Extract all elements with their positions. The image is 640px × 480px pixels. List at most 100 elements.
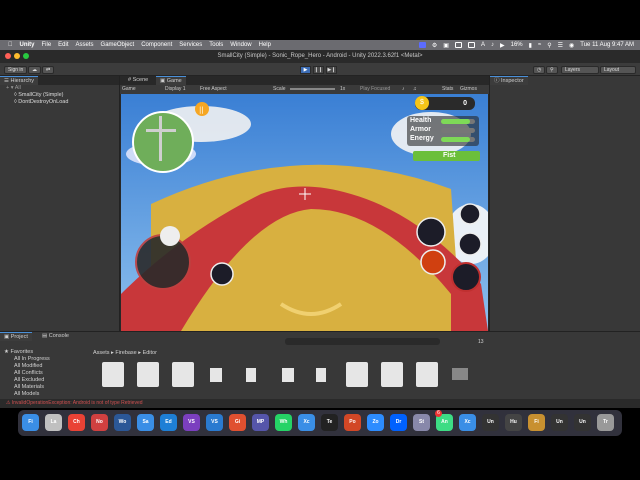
- dock-app-git[interactable]: Gi: [229, 414, 246, 431]
- dock-app-xcode2[interactable]: Xc: [459, 414, 476, 431]
- dock-app-chrome[interactable]: Ch: [68, 414, 85, 431]
- dock-app-zoom[interactable]: Zo: [367, 414, 384, 431]
- gear-icon[interactable]: ⚙: [432, 42, 437, 49]
- menu-edit[interactable]: Edit: [58, 42, 68, 48]
- search-icon[interactable]: ⚲: [547, 42, 551, 49]
- layers-dropdown[interactable]: Layers: [561, 66, 599, 74]
- hierarchy-search[interactable]: + ▾ All: [0, 85, 119, 92]
- file-icon[interactable]: [137, 362, 159, 387]
- dock-app-trash[interactable]: Tr: [597, 414, 614, 431]
- fav-item[interactable]: All Modified: [4, 363, 84, 370]
- dock-app-whatsapp[interactable]: Wh: [275, 414, 292, 431]
- tab-inspector[interactable]: ⓘ Inspector: [490, 76, 528, 85]
- play-icon[interactable]: ▶: [500, 42, 505, 49]
- screen-share-icon[interactable]: [418, 42, 426, 48]
- rope-button[interactable]: [458, 232, 482, 256]
- menu-assets[interactable]: Assets: [76, 42, 94, 48]
- game-view[interactable]: || $ 0 Health Armor Energy Fist: [121, 94, 488, 331]
- dock-app-nova[interactable]: No: [91, 414, 108, 431]
- dock-app-terminal[interactable]: Te: [321, 414, 338, 431]
- minimize-button[interactable]: [14, 53, 20, 59]
- wifi-icon[interactable]: ≈: [538, 42, 541, 48]
- plugin-icon[interactable]: [210, 368, 222, 382]
- tab-project[interactable]: ▣ Project: [0, 332, 32, 341]
- dock-app-dropbox[interactable]: Dr: [390, 414, 407, 431]
- dock-app-unity3[interactable]: Un: [574, 414, 591, 431]
- menu-window[interactable]: Window: [230, 42, 251, 48]
- fav-item[interactable]: All Excluded: [4, 377, 84, 384]
- dock-app-launchpad[interactable]: La: [45, 414, 62, 431]
- asset-icon[interactable]: [452, 368, 468, 380]
- dock-app-vscode[interactable]: VS: [206, 414, 223, 431]
- display-dropdown[interactable]: Display 1: [165, 85, 186, 94]
- fire-button[interactable]: [420, 249, 446, 275]
- adobe-icon[interactable]: A: [481, 42, 485, 48]
- sign-in-button[interactable]: Sign in: [4, 66, 28, 74]
- weapon-selector[interactable]: Fist: [413, 151, 480, 161]
- menu-gameobject[interactable]: GameObject: [101, 42, 135, 48]
- stats-button[interactable]: Stats: [442, 85, 453, 94]
- tab-game[interactable]: ▣ Game: [156, 76, 186, 85]
- tab-scene[interactable]: # Scene: [124, 76, 152, 85]
- siri-icon[interactable]: ◉: [569, 42, 574, 49]
- game-mode-dropdown[interactable]: Game: [122, 85, 136, 94]
- dock-app-hub[interactable]: Hu: [505, 414, 522, 431]
- joystick-knob[interactable]: [160, 226, 180, 246]
- file-icon[interactable]: [172, 362, 194, 387]
- dock-app-edge[interactable]: Ed: [160, 414, 177, 431]
- history-icon[interactable]: ◷: [533, 66, 546, 74]
- fav-item[interactable]: All Conflicts: [4, 370, 84, 377]
- apple-icon[interactable]: : [8, 42, 13, 48]
- hierarchy-item[interactable]: ◊ SmallCity (Simple): [0, 92, 119, 99]
- dock-app-finder[interactable]: Fi: [22, 414, 39, 431]
- dock-app-mp3[interactable]: MP: [252, 414, 269, 431]
- cast-icon[interactable]: ▣: [443, 42, 449, 49]
- breadcrumb-item[interactable]: Editor: [143, 350, 157, 356]
- menu-file[interactable]: File: [42, 42, 52, 48]
- step-button[interactable]: ▶❙: [326, 66, 337, 74]
- tray-icon[interactable]: [454, 42, 462, 48]
- dock-app-vs[interactable]: VS: [183, 414, 200, 431]
- dock-app-safari[interactable]: Sa: [137, 414, 154, 431]
- dock-app-store[interactable]: St: [413, 414, 430, 431]
- sprint-button[interactable]: [210, 262, 234, 286]
- battery-icon[interactable]: ▮: [529, 42, 532, 49]
- breadcrumb-item[interactable]: Firebase: [115, 350, 136, 356]
- collab-icon[interactable]: ⇄: [42, 66, 55, 74]
- plugin-icon[interactable]: [282, 368, 294, 382]
- dock-app-powerpoint[interactable]: Po: [344, 414, 361, 431]
- menu-app[interactable]: Unity: [20, 42, 35, 48]
- mute-icon[interactable]: ♪: [402, 85, 405, 94]
- favorites-header[interactable]: ★ Favorites: [4, 349, 84, 356]
- play-button[interactable]: ▶: [300, 66, 311, 74]
- dock-app-word[interactable]: Wo: [114, 414, 131, 431]
- play-focused-dropdown[interactable]: Play Focused: [360, 85, 390, 94]
- close-button[interactable]: [5, 53, 11, 59]
- tab-hierarchy[interactable]: ☰ Hierarchy: [0, 76, 39, 85]
- tab-console[interactable]: ▤ Console: [38, 332, 73, 341]
- gizmos-dropdown[interactable]: Gizmos: [460, 85, 477, 94]
- volume-icon[interactable]: ♫: [413, 85, 417, 94]
- aspect-dropdown[interactable]: Free Aspect: [200, 85, 227, 94]
- volume-icon[interactable]: ♪: [491, 42, 494, 48]
- fav-item[interactable]: All Models: [4, 391, 84, 398]
- file-icon[interactable]: [246, 368, 256, 382]
- menu-tools[interactable]: Tools: [209, 42, 223, 48]
- fav-item[interactable]: All In Progress: [4, 356, 84, 363]
- dock-app-unity2[interactable]: Un: [551, 414, 568, 431]
- breadcrumb-item[interactable]: Assets: [93, 350, 110, 356]
- pause-button[interactable]: ❙❙: [313, 66, 324, 74]
- minimap[interactable]: [132, 111, 194, 173]
- zoom-button[interactable]: [23, 53, 29, 59]
- scale-slider[interactable]: [290, 88, 335, 90]
- dock-app-unity[interactable]: Un: [482, 414, 499, 431]
- layout-dropdown[interactable]: Layout: [600, 66, 636, 74]
- file-icon[interactable]: [102, 362, 124, 387]
- tray-icon-2[interactable]: [467, 42, 475, 48]
- dock-app-xcode[interactable]: Xc: [298, 414, 315, 431]
- file-icon[interactable]: [416, 362, 438, 387]
- dock-app-files[interactable]: Fi: [528, 414, 545, 431]
- special-button[interactable]: [451, 262, 481, 292]
- file-icon[interactable]: [316, 368, 326, 382]
- skill-button[interactable]: [459, 203, 481, 225]
